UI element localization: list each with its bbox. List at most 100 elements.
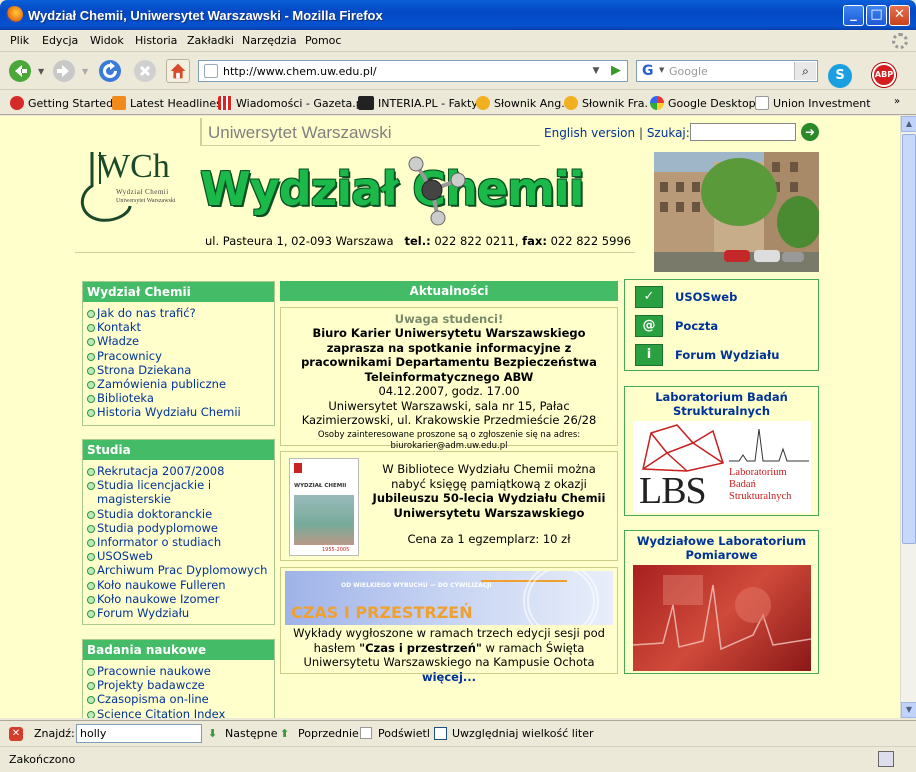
nav-item[interactable]: Historia Wydziału Chemii	[87, 405, 274, 419]
link-poczta[interactable]: @ Poczta	[635, 315, 815, 337]
nav-item[interactable]: Informator o studiach	[87, 535, 274, 549]
nav-item[interactable]: Projekty badawcze	[87, 678, 274, 692]
book-cover[interactable]: WYDZIAŁ CHEMII 1955-2005	[289, 458, 359, 556]
nav-item[interactable]: Studia doktoranckie	[87, 507, 274, 521]
wlp-box[interactable]: Wydziałowe Laboratorium Pomiarowe	[624, 530, 819, 674]
page-favicon	[204, 64, 218, 78]
site-search-go-icon[interactable]: ➜	[801, 123, 819, 141]
find-prev-button[interactable]: Poprzednie	[298, 727, 359, 740]
url-text[interactable]: http://www.chem.uw.edu.pl/	[223, 65, 377, 78]
nav-item[interactable]: Władze	[87, 334, 274, 348]
next-arrow-icon[interactable]: ⬇	[208, 727, 217, 740]
menu-historia[interactable]: Historia	[135, 34, 177, 47]
english-version-link[interactable]: English version	[544, 126, 635, 140]
nav-item[interactable]: Zamówienia publiczne	[87, 377, 274, 391]
nav-item[interactable]: Rekrutacja 2007/2008	[87, 464, 274, 478]
menu-zakladki[interactable]: Zakładki	[187, 34, 234, 47]
nav-item[interactable]: Czasopisma on-line	[87, 692, 274, 706]
url-bar[interactable]: http://www.chem.uw.edu.pl/ ▼ ▶	[198, 60, 628, 82]
nav-item[interactable]: USOSweb	[87, 549, 274, 563]
bookmark-latest-headlines[interactable]: Latest Headlines	[112, 96, 222, 110]
minimize-button[interactable]: _	[843, 5, 864, 26]
lab-graph-icon	[633, 575, 811, 651]
scroll-thumb[interactable]	[902, 134, 916, 544]
news-date: 04.12.2007, godz. 17.00	[378, 384, 520, 398]
nav-item[interactable]: Koło naukowe Izomer	[87, 592, 274, 606]
menu-narzedzia[interactable]: Narzędzia	[242, 34, 297, 47]
back-icon[interactable]	[8, 59, 32, 83]
onet-icon	[564, 96, 578, 110]
bookmark-interia[interactable]: INTERIA.PL - Fakty	[358, 96, 478, 110]
nav-item[interactable]: Strona Dziekana	[87, 363, 274, 377]
link-forum[interactable]: i Forum Wydziału	[635, 344, 815, 366]
section-title: Wydział Chemii	[83, 282, 274, 302]
maximize-button[interactable]: □	[866, 5, 887, 26]
nav-item[interactable]: Science Citation Index	[87, 707, 274, 718]
menu-widok[interactable]: Widok	[90, 34, 124, 47]
bookmark-slownik-fra[interactable]: Słownik Fra.	[564, 96, 648, 110]
vertical-scrollbar[interactable]: ▲ ▼	[900, 116, 916, 718]
more-link[interactable]: więcej...	[422, 670, 476, 684]
bookmark-slownik-ang[interactable]: Słownik Ang.	[476, 96, 565, 110]
reload-icon[interactable]	[98, 59, 122, 83]
engine-dropdown-icon[interactable]: ▼	[659, 66, 664, 74]
search-bar[interactable]: G ▼ Google ⌕	[636, 60, 818, 82]
bookmark-google-desktop[interactable]: Google Desktop	[650, 96, 756, 110]
close-find-icon[interactable]: ✕	[9, 727, 23, 741]
czas-banner[interactable]: OD WIELKIEGO WYBUCHU — DO CYWILIZACJI CZ…	[285, 571, 613, 625]
nav-item[interactable]: Koło naukowe Fulleren	[87, 578, 274, 592]
home-icon[interactable]	[166, 59, 190, 83]
lbs-title[interactable]: Laboratorium Badań Strukturalnych	[625, 387, 818, 418]
skype-icon[interactable]: S	[828, 64, 852, 88]
bookmark-union-investment[interactable]: Union Investment	[755, 96, 871, 110]
scroll-down-icon[interactable]: ▼	[901, 702, 916, 718]
go-icon[interactable]: ▶	[607, 62, 625, 80]
news-small: Osoby zainteresowane proszone są o zgłos…	[317, 429, 581, 440]
back-dropdown-icon[interactable]: ▼	[38, 67, 44, 76]
nav-item[interactable]: Pracownie naukowe	[87, 664, 274, 678]
menu-edycja[interactable]: Edycja	[42, 34, 78, 47]
nav-item[interactable]: Biblioteka	[87, 391, 274, 405]
news-bold-text[interactable]: Biuro Karier Uniwersytetu Warszawskiego …	[289, 326, 609, 384]
close-button[interactable]: ✕	[889, 5, 910, 26]
match-case-checkbox[interactable]	[434, 727, 447, 740]
nav-item[interactable]: Jak do nas trafić?	[87, 306, 274, 320]
lbs-logo[interactable]: LBS Laboratorium Badań Strukturalnych	[633, 421, 811, 513]
match-case-label[interactable]: Uwzględniaj wielkość liter	[452, 727, 594, 740]
nav-item[interactable]: Pracownicy	[87, 349, 274, 363]
google-engine-icon[interactable]: G	[639, 62, 661, 80]
wlp-title[interactable]: Wydziałowe Laboratorium Pomiarowe	[625, 531, 818, 562]
lbs-box[interactable]: Laboratorium Badań Strukturalnych LBS La…	[624, 386, 819, 516]
highlight-button[interactable]: Podświetl	[378, 727, 430, 740]
wch-logo[interactable]: WCh Wydział Chemii Uniwersytet Warszawsk…	[74, 146, 200, 226]
menu-plik[interactable]: Plik	[10, 34, 29, 47]
bookmark-gazeta[interactable]: Wiadomości - Gazeta.pl	[218, 96, 366, 110]
lab-image[interactable]	[633, 565, 811, 671]
page-info-icon[interactable]	[878, 751, 894, 767]
find-next-button[interactable]: Następne	[225, 727, 278, 740]
search-icon[interactable]: ⌕	[794, 62, 816, 80]
search-placeholder[interactable]: Google	[669, 65, 708, 78]
adblock-icon[interactable]: ABP	[872, 63, 896, 87]
highlight-icon[interactable]	[360, 727, 372, 739]
stop-icon[interactable]	[133, 59, 157, 83]
forward-icon[interactable]	[52, 59, 76, 83]
nav-item[interactable]: Kontakt	[87, 320, 274, 334]
link-usosweb[interactable]: ✓ USOSweb	[635, 286, 815, 308]
bookmarks-overflow-icon[interactable]: »	[894, 96, 900, 107]
menu-pomoc[interactable]: Pomoc	[305, 34, 341, 47]
prev-arrow-icon[interactable]: ⬆	[280, 727, 289, 740]
url-dropdown-icon[interactable]: ▼	[587, 62, 605, 80]
nav-item[interactable]: Studia podyplomowe	[87, 521, 274, 535]
nav-item[interactable]: Forum Wydziału	[87, 606, 274, 620]
find-input[interactable]: holly	[76, 724, 202, 743]
forward-dropdown-icon[interactable]: ▼	[82, 67, 88, 76]
nav-item[interactable]: Archiwum Prac Dyplomowych	[87, 563, 274, 577]
nav-item[interactable]: magisterskie	[87, 492, 274, 506]
nav-item[interactable]: Studia licencjackie i	[87, 478, 274, 492]
bookmark-getting-started[interactable]: Getting Started	[10, 96, 113, 110]
title-bar[interactable]: Wydział Chemii, Uniwersytet Warszawski -…	[0, 0, 916, 30]
news-email[interactable]: biurokarier@adm.uw.edu.pl	[289, 441, 609, 452]
scroll-up-icon[interactable]: ▲	[901, 116, 916, 132]
site-search-input[interactable]	[690, 123, 796, 141]
